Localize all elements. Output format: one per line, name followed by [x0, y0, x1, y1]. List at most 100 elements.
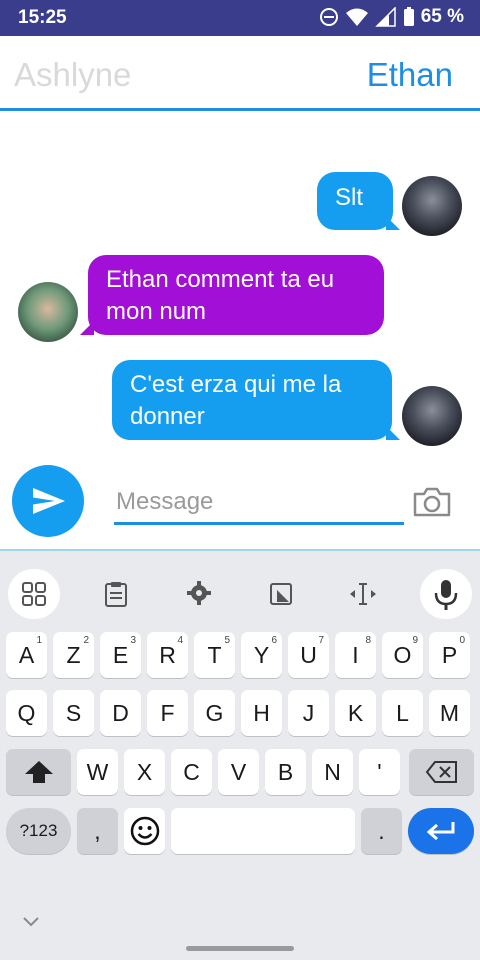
key-v[interactable]: V — [218, 749, 259, 795]
key-hint: 3 — [130, 635, 136, 646]
key-hint: 0 — [459, 635, 465, 646]
enter-key[interactable] — [408, 808, 474, 854]
key-p[interactable]: P0 — [429, 632, 470, 678]
period-key[interactable]: . — [361, 808, 402, 854]
key-l[interactable]: L — [382, 690, 423, 736]
key-label: Q — [17, 699, 36, 726]
message-bubble-sent[interactable]: C'est erza qui me la donner — [112, 360, 392, 440]
gear-icon[interactable] — [187, 581, 211, 605]
key-label: O — [393, 641, 412, 668]
mic-button[interactable] — [420, 569, 472, 619]
clipboard-icon[interactable] — [104, 581, 128, 607]
shift-key[interactable] — [6, 749, 71, 795]
message-bubble-received[interactable]: Ethan comment ta eu mon num — [88, 255, 384, 335]
space-key[interactable] — [171, 808, 355, 854]
key-label: V — [230, 758, 247, 785]
key-label: M — [439, 699, 460, 726]
key-label: T — [207, 641, 222, 668]
hide-keyboard-chevron-icon[interactable] — [22, 916, 40, 928]
key-h[interactable]: H — [241, 690, 282, 736]
key-label: Y — [253, 641, 270, 668]
key-label: K — [347, 699, 364, 726]
contact-name-ashlyne[interactable]: Ashlyne — [14, 56, 131, 94]
grid-icon — [22, 582, 46, 606]
key-a[interactable]: A1 — [6, 632, 47, 678]
key-u[interactable]: U7 — [288, 632, 329, 678]
text-cursor-icon[interactable] — [348, 582, 378, 606]
key-label: F — [160, 699, 175, 726]
key-y[interactable]: Y6 — [241, 632, 282, 678]
message-bubble-sent[interactable]: Slt — [317, 172, 393, 230]
theme-icon[interactable] — [269, 582, 293, 606]
key-s[interactable]: S — [53, 690, 94, 736]
signal-icon — [374, 7, 396, 27]
key-c[interactable]: C — [171, 749, 212, 795]
shift-icon — [24, 761, 53, 783]
apps-button[interactable] — [8, 569, 60, 619]
status-icons: 65 % — [319, 6, 464, 28]
send-button[interactable] — [12, 465, 84, 537]
key-hint: 5 — [224, 635, 230, 646]
symbols-key[interactable]: ?123 — [6, 808, 71, 854]
key-hint: 7 — [318, 635, 324, 646]
key-i[interactable]: I8 — [335, 632, 376, 678]
key-b[interactable]: B — [265, 749, 306, 795]
key-d[interactable]: D — [100, 690, 141, 736]
key-e[interactable]: E3 — [100, 632, 141, 678]
key-t[interactable]: T5 — [194, 632, 235, 678]
keyboard: A1Z2E3R4T5Y6U7I8O9P0 QSDFGHJKLM W X C V B N ' … — [0, 551, 480, 960]
avatar-ethan[interactable] — [402, 176, 462, 236]
message-input[interactable] — [114, 482, 404, 525]
avatar-ethan[interactable] — [402, 386, 462, 446]
key-apostrophe[interactable]: ' — [359, 749, 400, 795]
key-label: I — [352, 641, 359, 668]
key-hint: 2 — [83, 635, 89, 646]
mic-icon — [434, 580, 458, 610]
gesture-handle[interactable] — [186, 946, 294, 951]
key-label: B — [277, 758, 294, 785]
key-label: G — [205, 699, 224, 726]
key-label: E — [112, 641, 129, 668]
key-n[interactable]: N — [312, 749, 353, 795]
comma-key[interactable]: , — [77, 808, 118, 854]
key-x[interactable]: X — [124, 749, 165, 795]
key-label: S — [65, 699, 82, 726]
key-label: C — [183, 758, 200, 785]
contact-name-ethan[interactable]: Ethan — [367, 56, 453, 94]
key-label: H — [253, 699, 270, 726]
key-label: D — [112, 699, 129, 726]
key-k[interactable]: K — [335, 690, 376, 736]
enter-icon — [426, 822, 455, 841]
key-label: U — [300, 641, 317, 668]
key-hint: 9 — [412, 635, 418, 646]
key-label: R — [159, 641, 176, 668]
key-g[interactable]: G — [194, 690, 235, 736]
do-not-disturb-icon — [319, 8, 338, 26]
avatar-ashlyne[interactable] — [18, 282, 78, 342]
key-f[interactable]: F — [147, 690, 188, 736]
key-o[interactable]: O9 — [382, 632, 423, 678]
key-hint: 6 — [271, 635, 277, 646]
chat-header: Ashlyne Ethan — [0, 36, 480, 111]
send-icon — [33, 488, 65, 514]
key-label: A — [18, 641, 35, 668]
key-hint: 1 — [36, 635, 42, 646]
status-time: 15:25 — [18, 7, 67, 28]
camera-button[interactable] — [412, 486, 452, 522]
bubble-tail — [386, 426, 400, 440]
battery-percent: 65 % — [420, 6, 464, 27]
emoji-key[interactable] — [124, 808, 165, 854]
emoji-icon — [130, 816, 159, 846]
message-text: Ethan comment ta eu mon num — [106, 266, 335, 325]
key-m[interactable]: M — [429, 690, 470, 736]
key-j[interactable]: J — [288, 690, 329, 736]
camera-icon — [413, 487, 451, 517]
key-q[interactable]: Q — [6, 690, 47, 736]
key-label: ' — [377, 758, 382, 785]
status-bar: 15:25 65 % — [0, 0, 480, 36]
backspace-key[interactable] — [409, 749, 474, 795]
key-hint: 8 — [365, 635, 371, 646]
key-r[interactable]: R4 — [147, 632, 188, 678]
key-w[interactable]: W — [77, 749, 118, 795]
key-z[interactable]: Z2 — [53, 632, 94, 678]
